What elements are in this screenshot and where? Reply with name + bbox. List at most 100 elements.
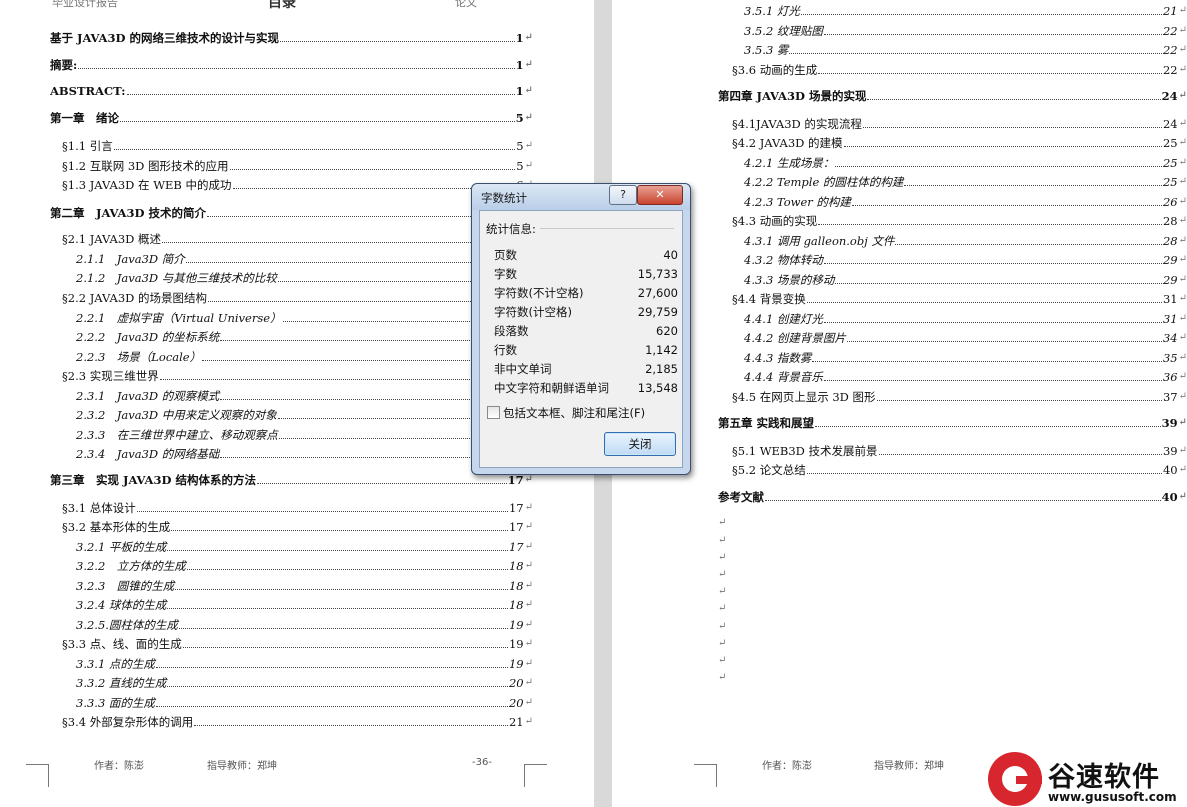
toc-entry[interactable]: 2.3.3 在三维世界中建立、移动观察点14↵ — [76, 428, 533, 442]
toc-entry-page: 25 — [1162, 175, 1178, 189]
toc-entry[interactable]: 3.2.4 球体的生成 18 ↵ — [76, 598, 533, 612]
toc-entry[interactable]: 2.2.2 Java3D 的坐标系统11↵ — [76, 330, 533, 344]
close-button[interactable]: 关闭 — [604, 432, 676, 456]
toc-entry[interactable]: 第四章 JAVA3D 场景的实现 24 ↵ — [718, 89, 1187, 103]
toc-entry[interactable]: 2.2.1 虚拟宇宙（Virtual Universe）10↵ — [76, 311, 533, 325]
close-icon[interactable]: ✕ — [637, 185, 683, 205]
dialog-titlebar[interactable]: 字数统计 ? ✕ — [472, 184, 690, 210]
toc-entry[interactable]: 4.4.2 创建背景图片 34 ↵ — [744, 331, 1187, 345]
help-button[interactable]: ? — [609, 185, 637, 205]
paragraph-mark: ↵ — [524, 140, 533, 151]
toc-entry-title: 2.2.3 场景（Locale） — [76, 350, 202, 364]
dot-leader — [835, 283, 1162, 284]
toc-entry[interactable]: 第五章 实践和展望 39 ↵ — [718, 416, 1187, 430]
toc-entry-title: 基于 JAVA3D 的网络三维技术的设计与实现 — [50, 31, 279, 45]
toc-entry[interactable]: §3.3 点、线、面的生成 19 ↵ — [62, 637, 533, 651]
word-count-dialog[interactable]: 字数统计 ? ✕ 统计信息: 页数 40 字数 15,733 字符数(不计空格) 27,6… — [471, 183, 691, 475]
toc-entry[interactable]: 4.3.1 调用 galleon.obj 文件 28 ↵ — [744, 234, 1187, 248]
paragraph-mark: ↵ — [718, 672, 727, 683]
toc-entry[interactable]: 4.4.4 背景音乐 36 ↵ — [744, 370, 1187, 384]
include-textbox-footnotes-checkbox[interactable] — [487, 406, 500, 419]
dot-leader — [120, 121, 515, 122]
toc-entry-title: §2.3 实现三维世界 — [62, 369, 159, 383]
toc-entry[interactable]: 2.3.4 Java3D 的网络基础15↵ — [76, 447, 533, 461]
checkbox-label[interactable]: 包括文本框、脚注和尾注(F) — [503, 405, 645, 421]
toc-entry-title: 2.2.2 Java3D 的坐标系统 — [76, 330, 220, 344]
toc-entry[interactable]: §4.3 动画的实现 28 ↵ — [732, 214, 1187, 228]
toc-entry[interactable]: 2.1.2 Java3D 与其他三维技术的比较8↵ — [76, 271, 533, 285]
dot-leader — [904, 185, 1162, 186]
toc-entry[interactable]: §3.2 基本形体的生成 17 ↵ — [62, 520, 533, 534]
dialog-body: 统计信息: 页数 40 字数 15,733 字符数(不计空格) 27,600 字符数(计空格… — [479, 210, 683, 468]
document-page-right[interactable]: 3.5.1 灯光 21 ↵ 3.5.2 纹理贴图 22 ↵ 3.5.3 雾 22 ↵ §3.6 动… — [612, 0, 1187, 807]
toc-entry[interactable]: §2.3 实现三维世界12↵ — [62, 369, 533, 383]
toc-entry[interactable]: 第一章 绪论 5 ↵ — [50, 111, 533, 125]
toc-entry-title: §3.6 动画的生成 — [732, 63, 818, 77]
header-fragment-mid: 论文 — [455, 0, 477, 9]
toc-entry[interactable]: §4.1JAVA3D 的实现流程 24 ↵ — [732, 117, 1187, 131]
toc-entry[interactable]: §4.5 在网页上显示 3D 图形 37 ↵ — [732, 390, 1187, 404]
toc-entry-title: 4.3.2 物体转动 — [744, 253, 823, 267]
toc-entry-title: 参考文献 — [718, 490, 764, 504]
toc-entry[interactable]: §1.3 JAVA3D 在 WEB 中的成功6↵ — [62, 178, 533, 192]
toc-entry[interactable]: 4.3.3 场景的移动 29 ↵ — [744, 273, 1187, 287]
toc-entry[interactable]: 3.2.1 平板的生成 17 ↵ — [76, 540, 533, 554]
toc-entry[interactable]: 第二章 JAVA3D 技术的简介7↵ — [50, 206, 533, 220]
footer-author: 作者：陈澎 — [94, 761, 144, 772]
toc-entry[interactable]: 3.3.1 点的生成 19 ↵ — [76, 657, 533, 671]
toc-entry-page: 18 — [508, 598, 524, 612]
toc-entry[interactable]: 2.2.3 场景（Locale）11↵ — [76, 350, 533, 364]
toc-entry[interactable]: 3.2.5.圆柱体的生成 19 ↵ — [76, 618, 533, 632]
toc-entry[interactable]: 2.3.2 Java3D 中用来定义观察的对象13↵ — [76, 408, 533, 422]
toc-entry[interactable]: §5.1 WEB3D 技术发展前景 39 ↵ — [732, 444, 1187, 458]
toc-entry-page: 20 — [508, 696, 524, 710]
toc-entry[interactable]: 3.2.2 立方体的生成 18 ↵ — [76, 559, 533, 573]
toc-entry[interactable]: 4.3.2 物体转动 29 ↵ — [744, 253, 1187, 267]
toc-entry[interactable]: ABSTRACT: 1 ↵ — [50, 84, 533, 98]
toc-entry[interactable]: §4.4 背景变换 31 ↵ — [732, 292, 1187, 306]
toc-entry[interactable]: 2.1.1 Java3D 简介7↵ — [76, 252, 533, 266]
toc-entry[interactable]: §2.2 JAVA3D 的场景图结构9↵ — [62, 291, 533, 305]
toc-entry[interactable]: 4.4.1 创建灯光 31 ↵ — [744, 312, 1187, 326]
footer-advisor: 指导教师：郑坤 — [874, 761, 944, 772]
crop-mark — [26, 764, 49, 787]
toc-entry[interactable]: 第三章 实现 JAVA3D 结构体系的方法 17 ↵ — [50, 473, 533, 487]
toc-entry[interactable]: §4.2 JAVA3D 的建模 25 ↵ — [732, 136, 1187, 150]
toc-entry-page: 22 — [1162, 43, 1178, 57]
toc-entry[interactable]: §1.2 互联网 3D 图形技术的应用 5 ↵ — [62, 159, 533, 173]
toc-entry[interactable]: §3.1 总体设计 17 ↵ — [62, 501, 533, 515]
toc-entry[interactable]: 基于 JAVA3D 的网络三维技术的设计与实现 1 ↵ — [50, 31, 533, 45]
paragraph-mark: ↵ — [524, 560, 533, 571]
toc-entry[interactable]: 2.3.1 Java3D 的观察模式12↵ — [76, 389, 533, 403]
toc-entry[interactable]: §2.1 JAVA3D 概述7↵ — [62, 232, 533, 246]
toc-entry-page: 26 — [1162, 195, 1178, 209]
toc-entry[interactable]: 4.2.3 Tower 的构建 26 ↵ — [744, 195, 1187, 209]
toc-entry[interactable]: §3.6 动画的生成 22 ↵ — [732, 63, 1187, 77]
toc-entry[interactable]: 3.5.3 雾 22 ↵ — [744, 43, 1187, 57]
dot-leader — [279, 41, 515, 42]
toc-entry[interactable]: 3.3.3 面的生成 20 ↵ — [76, 696, 533, 710]
toc-entry[interactable]: 3.2.3 圆锥的生成 18 ↵ — [76, 579, 533, 593]
toc-entry[interactable]: §3.4 外部复杂形体的调用 21 ↵ — [62, 715, 533, 729]
dot-leader — [818, 224, 1162, 225]
toc-entry[interactable]: 4.2.1 生成场景： 25 ↵ — [744, 156, 1187, 170]
toc-entry[interactable]: 参考文献 40 ↵ — [718, 490, 1187, 504]
dot-leader — [846, 341, 1162, 342]
paragraph-mark: ↵ — [524, 716, 533, 727]
toc-entry-title: 3.3.3 面的生成 — [76, 696, 155, 710]
toc-entry-title: §3.1 总体设计 — [62, 501, 136, 515]
toc-entry[interactable]: 3.3.2 直线的生成 20 ↵ — [76, 676, 533, 690]
dot-leader — [823, 322, 1162, 323]
paragraph-mark: ↵ — [524, 474, 533, 485]
toc-entry-title: §1.3 JAVA3D 在 WEB 中的成功 — [62, 178, 232, 192]
toc-entry[interactable]: 摘要: 1 ↵ — [50, 58, 533, 72]
toc-entry-title: 4.4.3 指数雾 — [744, 351, 812, 365]
toc-entry[interactable]: 3.5.1 灯光 21 ↵ — [744, 4, 1187, 18]
toc-entry[interactable]: 4.4.3 指数雾 35 ↵ — [744, 351, 1187, 365]
paragraph-mark: ↵ — [524, 85, 533, 96]
toc-entry[interactable]: §5.2 论文总结 40 ↵ — [732, 463, 1187, 477]
toc-entry[interactable]: 3.5.2 纹理贴图 22 ↵ — [744, 24, 1187, 38]
toc-entry-page: 1 — [515, 84, 524, 98]
toc-entry[interactable]: §1.1 引言 5 ↵ — [62, 139, 533, 153]
toc-entry[interactable]: 4.2.2 Temple 的圆柱体的构建 25 ↵ — [744, 175, 1187, 189]
